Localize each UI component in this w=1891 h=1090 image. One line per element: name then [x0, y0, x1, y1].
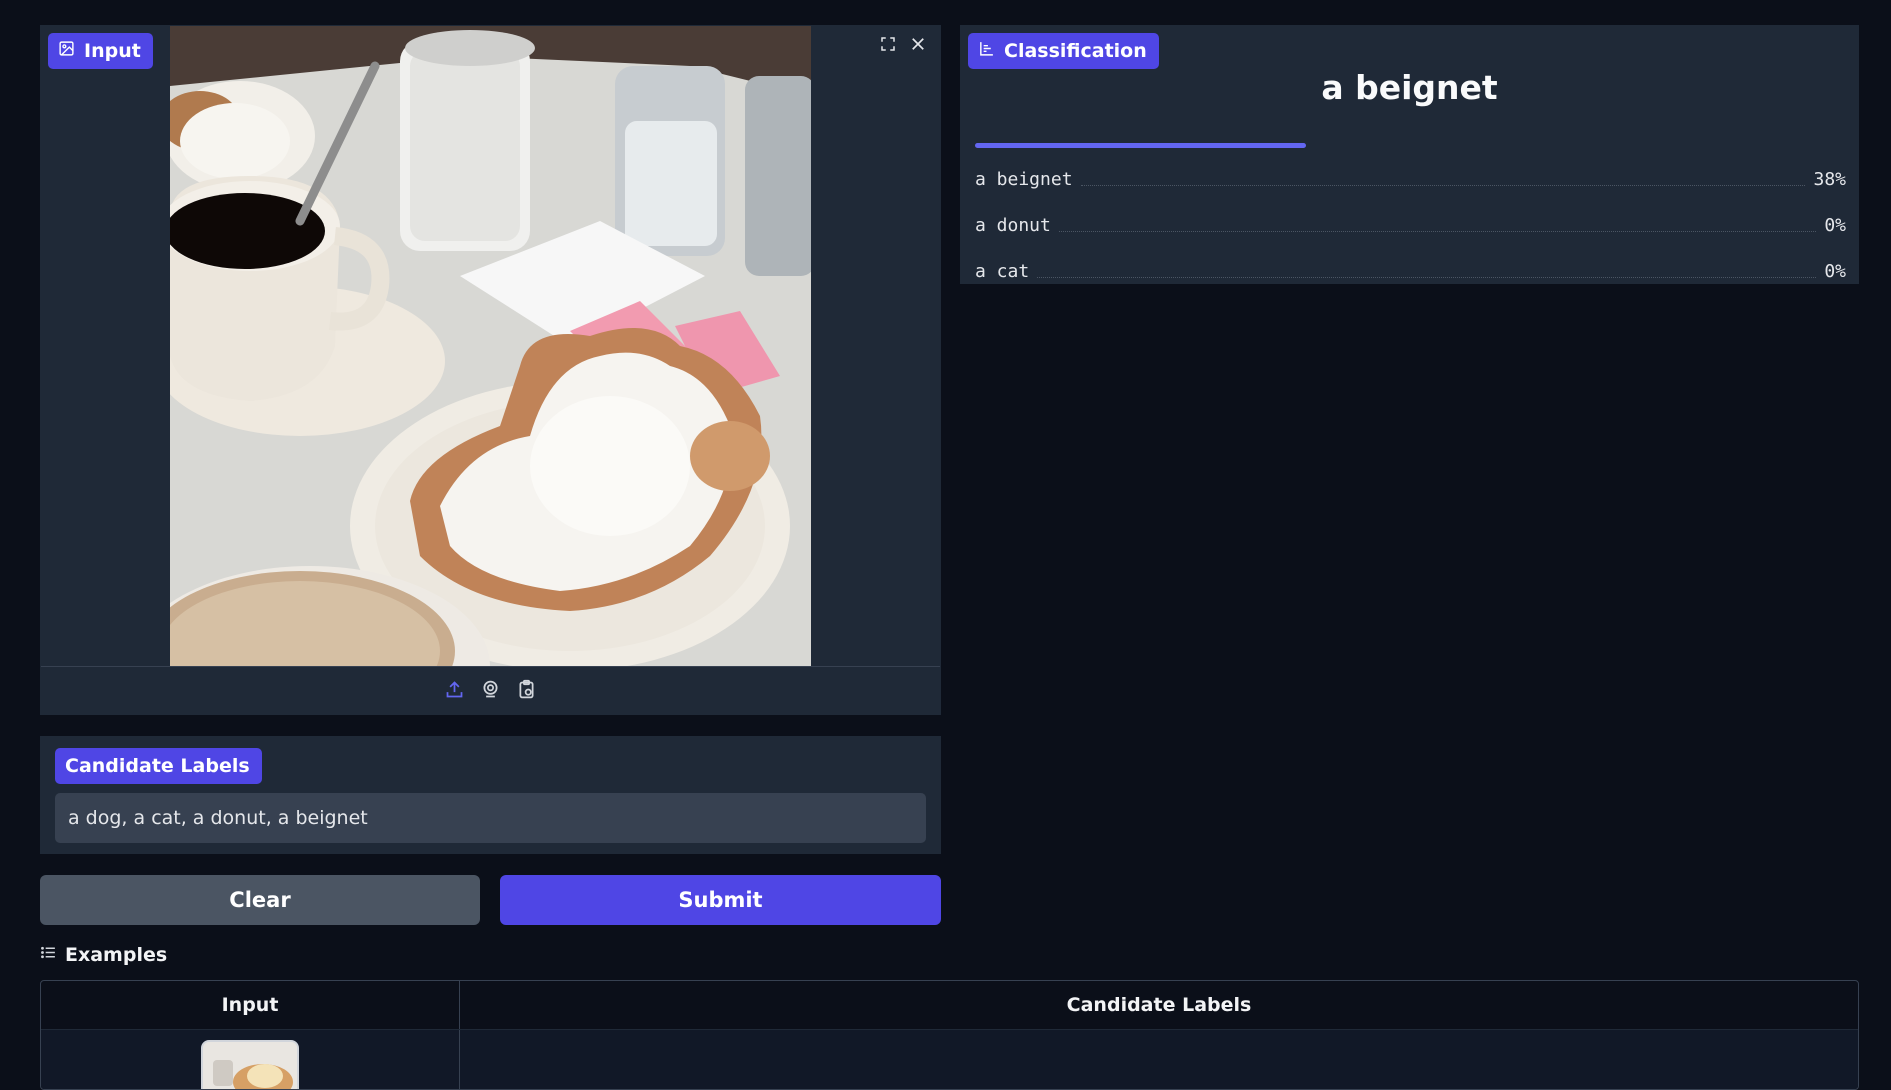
classification-badge: Classification	[968, 33, 1159, 69]
list-icon	[40, 944, 57, 966]
submit-button[interactable]: Submit	[500, 875, 941, 925]
examples-title: Examples	[65, 944, 168, 966]
example-row[interactable]	[41, 1030, 1858, 1089]
confidence-row-label: a donut	[975, 214, 1051, 236]
examples-table-header: Input Candidate Labels	[41, 981, 1858, 1030]
confidence-row-label: a cat	[975, 260, 1030, 282]
candidate-labels-input[interactable]: a dog, a cat, a donut, a beignet	[55, 793, 926, 843]
confidence-row-value: 0%	[1824, 214, 1846, 236]
close-button[interactable]	[905, 33, 931, 59]
input-image[interactable]	[170, 26, 811, 666]
input-badge: Input	[48, 33, 153, 69]
image-source-toolbar	[41, 666, 940, 716]
fullscreen-button[interactable]	[875, 33, 901, 59]
example-labels-cell	[460, 1030, 1858, 1089]
image-input-panel: Input	[40, 25, 941, 715]
confidence-row: a cat 0%	[975, 258, 1846, 284]
candidate-labels-panel: Candidate Labels a dog, a cat, a donut, …	[40, 736, 941, 854]
example-input-cell	[41, 1030, 460, 1089]
classification-panel: Classification a beignet a beignet 38% a…	[960, 25, 1859, 284]
close-icon	[909, 35, 927, 57]
examples-table: Input Candidate Labels	[40, 980, 1859, 1090]
candidate-labels-badge: Candidate Labels	[55, 748, 262, 784]
examples-column-input: Input	[41, 981, 460, 1029]
confidence-row-value: 38%	[1813, 168, 1846, 190]
candidate-labels-value: a dog, a cat, a donut, a beignet	[68, 807, 368, 829]
confidence-row-dots	[1058, 230, 1817, 232]
input-label: Input	[84, 40, 141, 62]
clipboard-icon	[516, 679, 537, 704]
example-thumbnail[interactable]	[201, 1040, 299, 1089]
webcam-icon	[480, 679, 501, 704]
candidate-labels-label: Candidate Labels	[65, 755, 250, 777]
image-icon	[58, 40, 75, 62]
confidence-row: a donut 0%	[975, 212, 1846, 238]
confidence-row-label: a beignet	[975, 168, 1073, 190]
beignet-photo	[170, 26, 811, 666]
confidence-row-dots	[1080, 184, 1806, 186]
classification-label: Classification	[1004, 40, 1147, 62]
confidence-bar-track	[975, 143, 1846, 148]
confidence-row: a beignet 38%	[975, 166, 1846, 192]
confidence-row-value: 0%	[1824, 260, 1846, 282]
upload-icon	[444, 679, 465, 704]
upload-button[interactable]	[443, 680, 467, 704]
confidence-row-dots	[1037, 276, 1817, 278]
example-thumbnail-image	[203, 1042, 297, 1089]
predicted-label: a beignet	[1321, 68, 1498, 107]
clear-button[interactable]: Clear	[40, 875, 480, 925]
examples-header: Examples	[40, 944, 167, 966]
bar-chart-icon	[978, 40, 995, 62]
clipboard-button[interactable]	[515, 679, 539, 704]
fullscreen-icon	[879, 35, 897, 57]
webcam-button[interactable]	[479, 680, 503, 704]
confidence-bar	[975, 143, 1306, 148]
examples-column-candidate-labels: Candidate Labels	[1066, 994, 1252, 1016]
